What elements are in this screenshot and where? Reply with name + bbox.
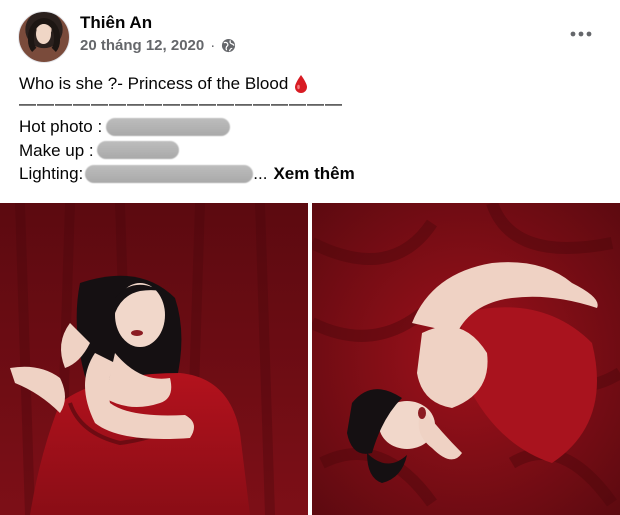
post-line-makeup: Make up : [19, 139, 609, 163]
see-more-link[interactable]: Xem thêm [273, 162, 354, 186]
post-text: Who is she ?- Princess of the Blood ————… [19, 72, 609, 186]
globe-icon[interactable] [221, 38, 236, 53]
post-header: Thiên An 20 tháng 12, 2020 · [0, 0, 620, 64]
author-name[interactable]: Thiên An [80, 13, 152, 33]
photo-grid [0, 203, 620, 515]
redacted-makeup [96, 141, 179, 160]
ellipsis-icon[interactable] [570, 26, 592, 37]
redacted-lighting [85, 164, 254, 183]
divider-line: —————————————————— [19, 93, 343, 113]
ellipsis-text: ... [253, 164, 268, 183]
avatar-face [36, 24, 51, 44]
photo-left-image [0, 203, 308, 515]
photo-right[interactable] [312, 203, 620, 515]
photo-right-image [312, 203, 620, 515]
post-line-lighting: Lighting: ... Xem thêm [19, 162, 609, 186]
post-timestamp[interactable]: 20 tháng 12, 2020 [80, 37, 204, 54]
post-meta: 20 tháng 12, 2020 · [80, 37, 236, 54]
makeup-label: Make up : [19, 140, 94, 160]
meta-separator: · [210, 37, 216, 54]
hot-photo-label: Hot photo : [19, 117, 103, 136]
post-line-hot-photo: Hot photo : [19, 115, 609, 139]
lighting-label: Lighting: [19, 164, 84, 183]
avatar[interactable] [18, 11, 70, 63]
redacted-hot-photo [106, 117, 231, 136]
photo-left[interactable] [0, 203, 308, 515]
